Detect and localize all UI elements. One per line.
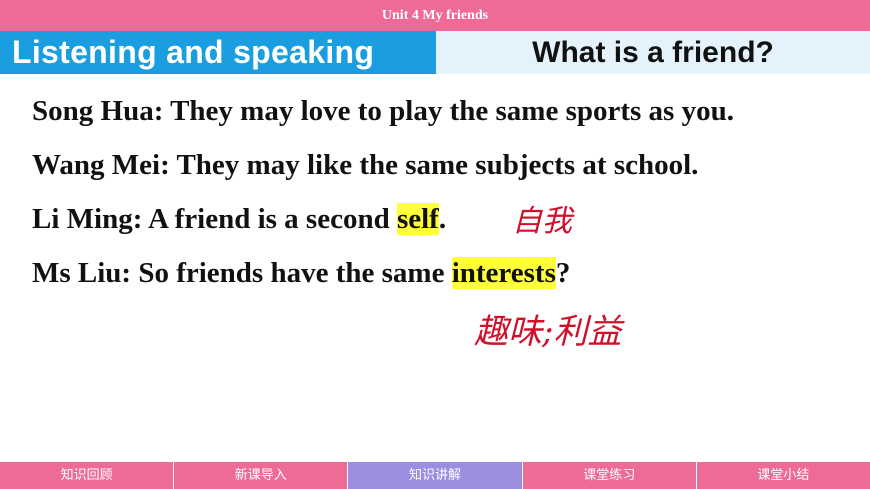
nav-practice[interactable]: 课堂练习 — [522, 462, 697, 489]
dialogue-text: Ms Liu: So friends have the same — [32, 257, 452, 289]
highlighted-word-self: self — [396, 203, 439, 235]
dialogue-line-ms-liu: Ms Liu: So friends have the same interes… — [32, 257, 570, 290]
bottom-navigation: 知识回顾 新课导入 知识讲解 课堂练习 课堂小结 — [0, 460, 870, 489]
unit-title: Unit 4 My friends — [381, 8, 489, 23]
handwritten-note-self: 自我 — [512, 204, 572, 239]
topic-title: What is a friend? — [436, 31, 870, 74]
section-title: Listening and speaking — [0, 31, 436, 74]
unit-title-bar: Unit 4 My friends — [0, 0, 870, 31]
dialogue-line-song-hua: Song Hua: They may love to play the same… — [32, 95, 734, 127]
dialogue-punctuation: ? — [555, 257, 571, 289]
nav-knowledge-explanation[interactable]: 知识讲解 — [348, 462, 523, 489]
dialogue-text: Li Ming: A friend is a second — [32, 203, 397, 235]
dialogue-punctuation: . — [438, 203, 447, 235]
handwritten-note-interests: 趣味;利益 — [474, 312, 622, 352]
dialogue-line-wang-mei: Wang Mei: They may like the same subject… — [32, 149, 699, 181]
dialogue-line-li-ming: Li Ming: A friend is a second self. — [32, 203, 446, 236]
nav-new-lesson[interactable]: 新课导入 — [174, 462, 349, 489]
highlighted-word-interests: interests — [451, 257, 556, 289]
nav-review[interactable]: 知识回顾 — [0, 462, 175, 489]
nav-summary[interactable]: 课堂小结 — [696, 462, 870, 489]
